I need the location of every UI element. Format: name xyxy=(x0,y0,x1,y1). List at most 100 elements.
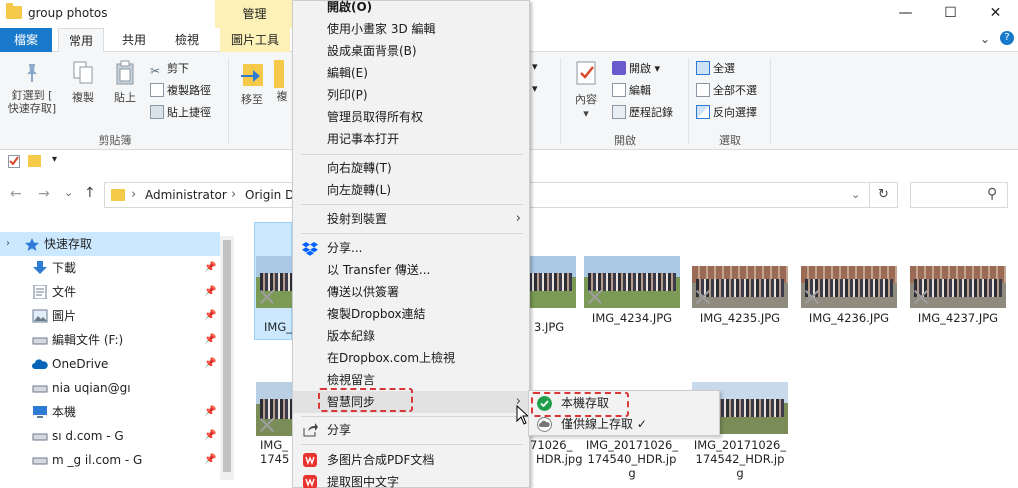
nav-item-documents[interactable]: 文件 📌 xyxy=(0,280,220,304)
file-item-img-4234[interactable]: IMG_4234.JPG xyxy=(584,256,680,325)
offline-x-icon xyxy=(258,416,276,434)
tab-view[interactable]: 檢視 xyxy=(164,28,210,52)
nav-item-quick-access[interactable]: › 快速存取 xyxy=(0,232,220,256)
menu-item-copy-dropbox-link[interactable]: 複製Dropbox連結 xyxy=(293,303,529,325)
menu-item-open-notepad[interactable]: 用记事本打开 xyxy=(293,128,529,150)
help-icon[interactable]: ? xyxy=(1000,31,1014,45)
nav-item-drive-f[interactable]: 編輯文件 (F:) 📌 xyxy=(0,328,220,352)
menu-item-send-signature[interactable]: 傳送以供簽署 xyxy=(293,281,529,303)
file-item-img-4237[interactable]: IMG_4237.JPG xyxy=(910,266,1006,325)
properties-button[interactable]: 內容 ▾ xyxy=(566,60,606,120)
menu-item-edit[interactable]: 編輯(E) xyxy=(293,62,529,84)
history-button[interactable]: 歷程記錄 xyxy=(612,104,673,120)
properties-dropdown[interactable]: ▾ xyxy=(566,107,606,120)
copy-label: 複製 xyxy=(72,91,94,104)
maximize-button[interactable]: ☐ xyxy=(928,0,973,28)
menu-separator xyxy=(301,444,523,445)
drive-icon xyxy=(32,457,48,465)
nav-label: sı d.com - G xyxy=(52,429,124,443)
copy-path-icon xyxy=(150,83,164,97)
nav-scrollbar[interactable] xyxy=(220,236,234,480)
file-thumbnail[interactable] xyxy=(256,256,292,308)
menu-item-take-ownership[interactable]: 管理员取得所有权 xyxy=(293,106,529,128)
easy-access-dropdown[interactable]: ▾ xyxy=(532,82,538,95)
back-button[interactable]: ← xyxy=(10,186,22,202)
forward-button[interactable]: → xyxy=(38,186,50,202)
ribbon-expand-icon[interactable]: ⌄ xyxy=(980,32,990,46)
menu-item-dropbox-share[interactable]: 分享... xyxy=(293,237,529,259)
menu-item-pdf-merge[interactable]: 多图片合成PDF文档 xyxy=(293,449,529,471)
tab-picture-tools[interactable]: 圖片工具 xyxy=(220,28,290,52)
move-to-button[interactable]: 移至 xyxy=(236,60,268,107)
menu-item-print[interactable]: 列印(P) xyxy=(293,84,529,106)
copy-button[interactable]: 複製 xyxy=(64,60,102,105)
address-dropdown-icon[interactable]: ⌄ xyxy=(851,188,860,201)
file-item[interactable] xyxy=(528,256,576,308)
minimize-button[interactable]: — xyxy=(883,0,928,28)
menu-item-cast-to-device[interactable]: 投射到裝置 › xyxy=(293,208,529,230)
tab-home[interactable]: 常用 xyxy=(58,28,104,53)
copy-icon xyxy=(73,61,93,84)
copy-to-button[interactable]: 複 xyxy=(274,60,290,104)
refresh-button[interactable]: ↻ xyxy=(870,182,898,208)
menu-label: 向左旋轉(L) xyxy=(327,183,392,197)
select-none-button[interactable]: 全部不選 xyxy=(696,82,757,98)
menu-item-version-history[interactable]: 版本紀錄 xyxy=(293,325,529,347)
properties-label: 內容 xyxy=(575,93,597,106)
drive-icon xyxy=(32,337,48,345)
select-all-button[interactable]: 全選 xyxy=(696,60,735,76)
paste-button[interactable]: 貼上 xyxy=(106,60,144,105)
recent-locations-button[interactable]: ⌄ xyxy=(64,186,73,199)
menu-separator xyxy=(301,154,523,155)
new-item-dropdown[interactable]: ▾ xyxy=(532,60,538,73)
file-item-img-4235[interactable]: IMG_4235.JPG xyxy=(692,266,788,325)
nav-label: 快速存取 xyxy=(44,237,93,251)
close-button[interactable]: ✕ xyxy=(973,0,1018,28)
invert-selection-button[interactable]: 反向選擇 xyxy=(696,104,757,120)
up-button[interactable]: ↑ xyxy=(84,185,96,201)
menu-label: 設成桌面背景(B) xyxy=(327,44,417,58)
scrollbar-thumb[interactable] xyxy=(223,240,231,472)
menu-item-rotate-left[interactable]: 向左旋轉(L) xyxy=(293,179,529,201)
tab-share[interactable]: 共用 xyxy=(112,28,156,52)
nav-item-network-drive-1[interactable]: nia uqian@gı xyxy=(0,376,220,400)
menu-item-extract-text[interactable]: 提取图中文字 xyxy=(293,471,529,488)
paste-shortcut-button[interactable]: 貼上捷徑 xyxy=(150,104,211,120)
menu-label: 分享 xyxy=(327,423,352,437)
file-item-img-4236[interactable]: IMG_4236.JPG xyxy=(801,266,897,325)
pin-icon: 📌 xyxy=(204,406,217,417)
tab-file[interactable]: 檔案 xyxy=(0,28,52,52)
copy-path-button[interactable]: 複製路徑 xyxy=(150,82,211,98)
nav-item-pictures[interactable]: 圖片 📌 xyxy=(0,304,220,328)
breadcrumb-origin[interactable]: Origin D xyxy=(245,188,294,202)
qat-dropdown-icon[interactable]: ▾ xyxy=(52,154,57,165)
nav-item-network-drive-3[interactable]: m _g il.com - G 📌 xyxy=(0,448,220,472)
nav-item-downloads[interactable]: 下載 📌 xyxy=(0,256,220,280)
pin-to-quick-access-button[interactable]: 釘選到 [ 快速存取] xyxy=(4,62,60,115)
menu-item-set-wallpaper[interactable]: 設成桌面背景(B) xyxy=(293,40,529,62)
search-input[interactable]: ⚲ xyxy=(910,182,1008,208)
menu-item-paint3d[interactable]: 使用小畫家 3D 編輯 xyxy=(293,18,529,40)
nav-item-network-drive-2[interactable]: sı d.com - G 📌 xyxy=(0,424,220,448)
nav-item-this-pc[interactable]: 本機 📌 xyxy=(0,400,220,424)
open-button[interactable]: 開啟 ▾ xyxy=(612,60,660,76)
file-thumbnail[interactable] xyxy=(256,382,292,436)
menu-item-transfer-send[interactable]: 以 Transfer 傳送... xyxy=(293,259,529,281)
nav-item-onedrive[interactable]: OneDrive 📌 xyxy=(0,352,220,376)
menu-item-view-on-dropbox[interactable]: 在Dropbox.com上檢視 xyxy=(293,347,529,369)
breadcrumb-administrator[interactable]: Administrator xyxy=(145,188,227,202)
menu-label: 使用小畫家 3D 編輯 xyxy=(327,22,436,36)
submenu-item-online-only[interactable]: 僅供線上存取 ✓ xyxy=(529,414,719,435)
menu-item-rotate-right[interactable]: 向右旋轉(T) xyxy=(293,157,529,179)
menu-item-open[interactable]: 開啟(O) xyxy=(293,0,529,18)
menu-item-share[interactable]: 分享 xyxy=(293,419,529,441)
open-group-label: 開啟 xyxy=(614,134,636,147)
drive-icon xyxy=(32,433,48,441)
edit-button[interactable]: 編輯 xyxy=(612,82,651,98)
collapse-chevron-icon[interactable]: › xyxy=(6,232,10,256)
cut-button[interactable]: ✂ 剪下 xyxy=(150,60,189,78)
local-access-highlight-box xyxy=(531,392,629,417)
properties-qat-icon[interactable] xyxy=(8,155,20,168)
file-label-line: 71026_ xyxy=(530,438,573,452)
new-folder-qat-icon[interactable] xyxy=(28,155,41,167)
